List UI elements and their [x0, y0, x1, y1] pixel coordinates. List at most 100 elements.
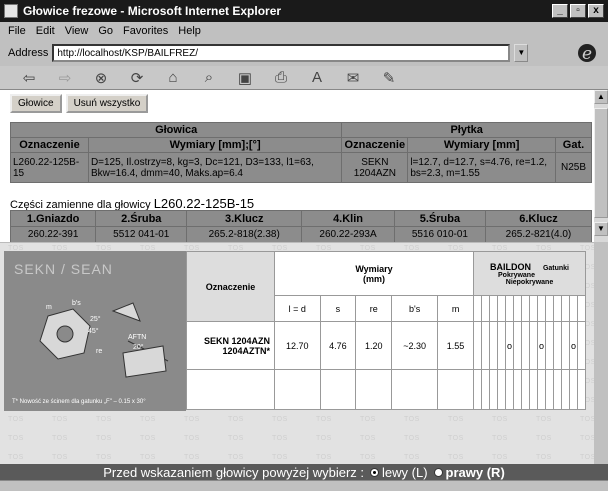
glowica-header: Głowica — [9, 122, 343, 138]
watermark-text: TOS — [404, 416, 420, 423]
menu-help[interactable]: Help — [178, 25, 201, 37]
favorites-icon[interactable]: ▣ — [234, 69, 256, 87]
menu-favorites[interactable]: Favorites — [123, 25, 168, 37]
watermark-text: TOS — [228, 435, 244, 442]
watermark-text: TOS — [228, 416, 244, 423]
parts-value[interactable]: 5512 041-01 — [95, 226, 188, 243]
watermark-text: TOS — [140, 454, 156, 461]
parts-value[interactable]: 265.2-821(4.0) — [484, 226, 593, 243]
watermark-text: TOS — [536, 454, 552, 461]
vertical-scrollbar[interactable]: ▲ ▼ — [594, 90, 608, 242]
czesci-label: Części zamienne dla głowicy L260.22-125B… — [10, 196, 254, 211]
usun-wszystko-button[interactable]: Usuń wszystko — [65, 94, 149, 113]
mail-icon[interactable]: ✉ — [342, 69, 364, 87]
watermark-text: TOS — [8, 454, 24, 461]
title-bar: Głowice frezowe - Microsoft Internet Exp… — [0, 0, 608, 22]
parts-value[interactable]: 5516 010-01 — [393, 226, 486, 243]
search-icon[interactable]: ⌕ — [198, 69, 220, 87]
catalog-table: Oznaczenie Wymiary (mm) BAILDON Gatunki … — [186, 251, 586, 410]
watermark-text: TOS — [448, 454, 464, 461]
scroll-thumb[interactable] — [594, 108, 608, 218]
brand-logo: BAILDON — [489, 261, 531, 272]
watermark-text: TOS — [184, 435, 200, 442]
refresh-icon[interactable]: ⟳ — [126, 69, 148, 87]
window-title: Głowice frezowe - Microsoft Internet Exp… — [23, 4, 282, 18]
dim-value: 1.55 — [437, 321, 474, 370]
menu-go[interactable]: Go — [98, 25, 113, 37]
glowica-wymiary: D=125, Il.ostrzy=8, kg=3, Dc=121, D3=133… — [87, 152, 343, 183]
window-controls: _ ▫ x — [552, 4, 604, 18]
radio-left-label: lewy (L) — [382, 464, 428, 480]
dim-value: 1.20 — [355, 321, 393, 370]
parts-header: 6.Klucz — [484, 210, 593, 227]
watermark-text: TOS — [272, 416, 288, 423]
parts-value[interactable]: 260.22-391 — [9, 226, 97, 243]
watermark-text: TOS — [8, 416, 24, 423]
catalog-wymiary: Wymiary (mm) — [274, 251, 474, 296]
side-selector: Przed wskazaniem głowicy powyżej wybierz… — [0, 464, 608, 480]
watermark-text: TOS — [272, 454, 288, 461]
dim-value: 12.70 — [274, 321, 321, 370]
parts-value[interactable]: 260.22-293A — [301, 226, 395, 243]
ie-page-icon — [4, 4, 18, 18]
address-dropdown-icon[interactable]: ▼ — [514, 44, 529, 62]
dim-header: m — [437, 295, 474, 322]
radio-right[interactable] — [433, 467, 443, 477]
font-icon[interactable]: A — [306, 69, 328, 87]
watermark-text: TOS — [404, 435, 420, 442]
address-bar: Address ▼ — [0, 40, 608, 66]
scroll-down-icon[interactable]: ▼ — [594, 222, 608, 236]
svg-text:25°: 25° — [90, 315, 101, 323]
parts-value[interactable]: 265.2-818(2.38) — [186, 226, 303, 243]
watermark-text: TOS — [448, 416, 464, 423]
plytka-gat: N25B — [554, 152, 593, 183]
watermark-text: TOS — [8, 435, 24, 442]
watermark-text: TOS — [492, 416, 508, 423]
menu-file[interactable]: File — [8, 25, 26, 37]
plytka-wymiary: l=12.7, d=12.7, s=4.76, re=1.2, bs=2.3, … — [407, 152, 556, 183]
watermark-text: TOS — [140, 435, 156, 442]
glowice-button[interactable]: Głowice — [10, 94, 62, 113]
col-wymiary-glowica: Wymiary [mm];[°] — [87, 137, 343, 153]
stop-icon[interactable]: ⊗ — [90, 69, 112, 87]
button-row: Głowice Usuń wszystko — [10, 94, 149, 113]
parts-header: 5.Śruba — [393, 210, 486, 227]
status-bar — [0, 480, 608, 491]
dim-header: b's — [391, 295, 439, 322]
home-icon[interactable]: ⌂ — [162, 69, 184, 87]
watermark-text: TOS — [580, 435, 594, 442]
menu-edit[interactable]: Edit — [36, 25, 55, 37]
dim-header: l = d — [274, 295, 321, 322]
watermark-text: TOS — [316, 454, 332, 461]
czesci-code: L260.22-125B-15 — [153, 196, 255, 211]
print-icon[interactable]: ⎙ — [270, 69, 292, 87]
watermark-text: TOS — [272, 435, 288, 442]
maximize-button[interactable]: ▫ — [570, 4, 586, 18]
back-icon[interactable]: ⇦ — [18, 69, 40, 87]
parts-header: 2.Śruba — [95, 210, 188, 227]
watermark-text: TOS — [492, 454, 508, 461]
watermark-text: TOS — [184, 454, 200, 461]
edit-icon[interactable]: ✎ — [378, 69, 400, 87]
catalog-grades: BAILDON Gatunki Pokrywane Niepokrywane — [473, 251, 586, 296]
address-input[interactable] — [52, 44, 511, 62]
svg-text:m: m — [46, 304, 52, 311]
insert-drawing-panel: SEKN / SEAN 25° 45° AFTN 20° re m b's T*… — [4, 251, 186, 411]
parts-header: 1.Gniazdo — [9, 210, 97, 227]
plytka-oznaczenie: SEKN 1204AZN — [341, 152, 409, 183]
menu-view[interactable]: View — [65, 25, 89, 37]
radio-right-label: prawy (R) — [445, 464, 505, 480]
minimize-button[interactable]: _ — [552, 4, 568, 18]
watermark-text: TOS — [96, 454, 112, 461]
close-button[interactable]: x — [588, 4, 604, 18]
catalog-oznaczenie: Oznaczenie — [186, 251, 275, 322]
watermark-text: TOS — [52, 454, 68, 461]
scroll-up-icon[interactable]: ▲ — [594, 90, 608, 104]
forward-icon[interactable]: ⇨ — [54, 69, 76, 87]
svg-text:20°: 20° — [133, 343, 144, 351]
catalog-note: T* Nowość ze ścinem dla gatunku „F" – 0.… — [12, 399, 146, 405]
watermark-text: TOS — [404, 454, 420, 461]
watermark-text: TOS — [228, 454, 244, 461]
ie-logo-icon: e — [572, 40, 602, 66]
radio-left[interactable] — [370, 467, 380, 477]
